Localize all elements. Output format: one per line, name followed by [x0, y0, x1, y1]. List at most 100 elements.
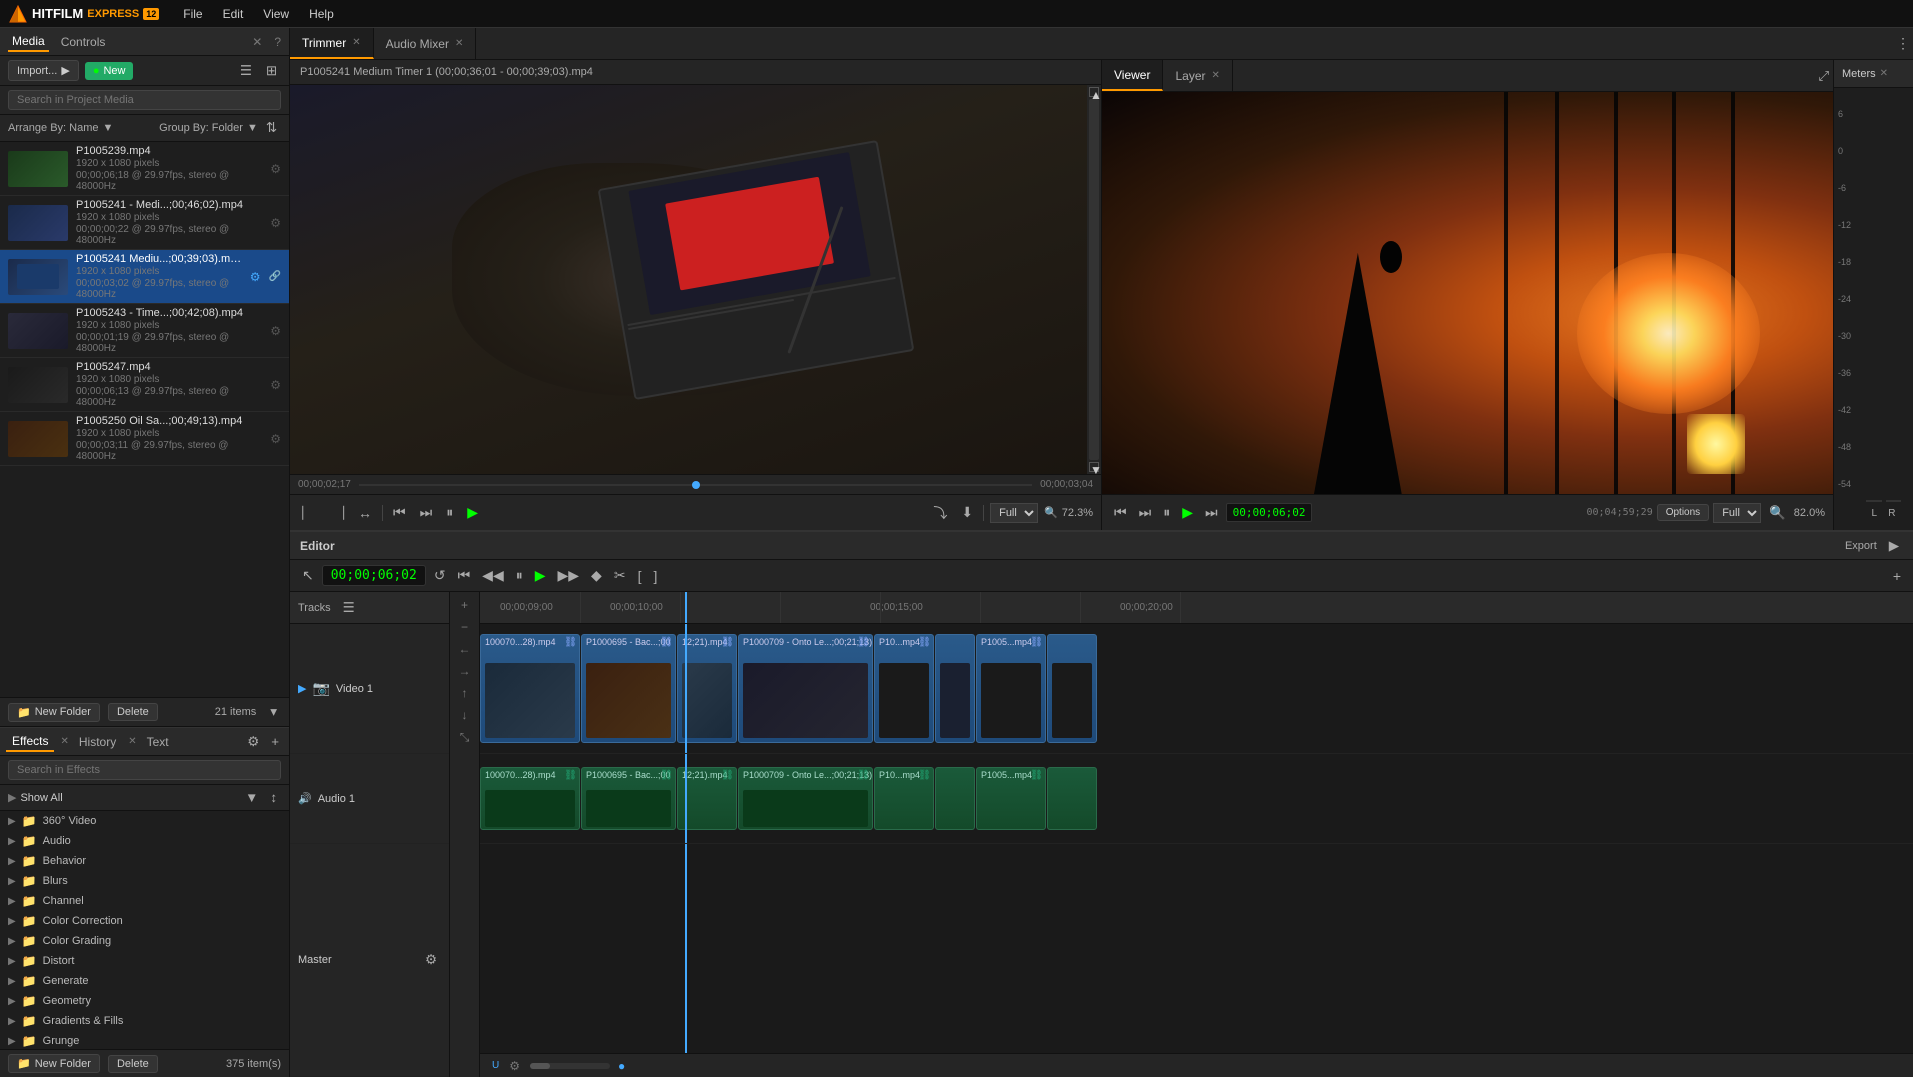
tab-history[interactable]: History: [73, 733, 122, 751]
viewer-quality-select[interactable]: Full: [1713, 503, 1761, 523]
menu-edit[interactable]: Edit: [215, 3, 252, 25]
media-panel-close-icon[interactable]: ✕: [252, 35, 262, 49]
new-button[interactable]: ● New: [85, 62, 134, 80]
timeline-playhead[interactable]: [685, 592, 687, 623]
editor-add-track-icon[interactable]: +: [1889, 566, 1905, 586]
side-add-track-icon[interactable]: +: [459, 596, 470, 614]
show-all-bar[interactable]: ▶ Show All ▼ ↕: [0, 785, 289, 811]
export-arrow-icon[interactable]: ▶: [1885, 536, 1903, 556]
delete-button[interactable]: Delete: [108, 703, 158, 721]
editor-refresh-icon[interactable]: ↺: [430, 565, 450, 586]
search-input[interactable]: [8, 90, 281, 110]
meters-close-icon[interactable]: ✕: [1880, 68, 1888, 79]
effect-category[interactable]: ▶ 📁 Distort: [0, 951, 289, 971]
effect-category[interactable]: ▶ 📁 Behavior: [0, 851, 289, 871]
step-back-button[interactable]: ⏭: [416, 502, 437, 523]
audio-clip[interactable]: P1000709 - Onto Le...;00;21;13).mp4 ⛓: [738, 767, 873, 830]
video-clip[interactable]: 100070...28).mp4 ⛓: [480, 634, 580, 742]
audio-mixer-tab-close-icon[interactable]: ✕: [455, 38, 463, 49]
import-button[interactable]: Import... ▶: [8, 60, 79, 81]
media-settings-icon[interactable]: ⚙: [270, 432, 281, 446]
video-clip[interactable]: [935, 634, 975, 742]
editor-clip-button[interactable]: ✂: [610, 565, 630, 586]
audio-clip[interactable]: P1000695 - Bac...;00 ⛓: [581, 767, 676, 830]
effect-category[interactable]: ▶ 📁 Channel: [0, 891, 289, 911]
pause-button[interactable]: ⏸: [442, 502, 457, 523]
editor-out-button[interactable]: ]: [649, 566, 661, 586]
tab-media[interactable]: Media: [8, 32, 49, 52]
play-to-start-button[interactable]: ⏮: [389, 502, 410, 523]
viewer-to-start-button[interactable]: ⏮: [1110, 502, 1131, 523]
effect-category[interactable]: ▶ 📁 360° Video: [0, 811, 289, 831]
trimmer-playhead[interactable]: [692, 481, 700, 489]
menu-help[interactable]: Help: [301, 3, 342, 25]
effect-category[interactable]: ▶ 📁 Geometry: [0, 991, 289, 1011]
editor-in-button[interactable]: [: [634, 566, 646, 586]
effects-delete-button[interactable]: Delete: [108, 1055, 158, 1073]
play-button[interactable]: ▶: [463, 502, 482, 523]
video-clip[interactable]: P1005...mp4 ⛓: [976, 634, 1046, 742]
audio-clip[interactable]: P10...mp4 ⛓: [874, 767, 934, 830]
media-settings-icon[interactable]: ⚙: [270, 324, 281, 338]
media-help-icon[interactable]: ?: [274, 35, 281, 49]
master-settings-icon[interactable]: ⚙: [421, 950, 441, 970]
media-item[interactable]: P1005243 - Time...;00;42;08).mp4 1920 x …: [0, 304, 289, 358]
effect-category[interactable]: ▶ 📁 Color Grading: [0, 931, 289, 951]
effects-new-folder-button[interactable]: 📁 New Folder: [8, 1054, 100, 1073]
viewer-zoom-icon[interactable]: 🔍: [1765, 503, 1790, 523]
video-clip[interactable]: P1000709 - Onto Le...;00;21;13).mp4 ⛓: [738, 634, 873, 742]
viewer-options-button[interactable]: Options: [1657, 504, 1709, 521]
media-item[interactable]: P1005250 Oil Sa...;00;49;13).mp4 1920 x …: [0, 412, 289, 466]
scroll-down-icon[interactable]: ▼: [1089, 462, 1099, 472]
side-minus-icon[interactable]: −: [459, 618, 470, 636]
editor-step-forward-button[interactable]: ▶▶: [554, 565, 584, 586]
timeline-zoom-slider[interactable]: [530, 1063, 610, 1069]
effects-sort-icon[interactable]: ↕: [266, 788, 281, 807]
tab-effects[interactable]: Effects: [6, 732, 54, 752]
trimmer-tab-close-icon[interactable]: ✕: [352, 37, 360, 48]
list-view-icon[interactable]: ☰: [236, 61, 256, 81]
effects-settings-icon[interactable]: ⚙: [243, 732, 263, 752]
media-item[interactable]: P1005241 - Medi...;00;46;02).mp4 1920 x …: [0, 196, 289, 250]
editor-step-back-button[interactable]: ◀◀: [478, 565, 508, 586]
tab-audio-mixer[interactable]: Audio Mixer ✕: [374, 28, 477, 59]
layer-tab-close-icon[interactable]: ✕: [1212, 70, 1220, 81]
editor-marker-button[interactable]: ◆: [587, 565, 606, 586]
trim-extra-button[interactable]: ↔: [354, 503, 376, 523]
side-down-icon[interactable]: ↓: [460, 706, 470, 724]
media-settings-icon[interactable]: ⚙: [270, 162, 281, 176]
effect-category[interactable]: ▶ 📁 Audio: [0, 831, 289, 851]
export-label[interactable]: Export: [1845, 540, 1877, 552]
audio-clip[interactable]: 100070...28).mp4 ⛓: [480, 767, 580, 830]
timeline-settings-icon[interactable]: ⚙: [507, 1057, 522, 1075]
editor-play-button[interactable]: ▶: [531, 565, 550, 586]
viewer-panel-expand-icon[interactable]: ⤢: [1814, 60, 1833, 91]
menu-view[interactable]: View: [255, 3, 297, 25]
effect-category[interactable]: ▶ 📁 Color Correction: [0, 911, 289, 931]
grid-view-icon[interactable]: ⊞: [262, 61, 281, 81]
tab-viewer[interactable]: Viewer: [1102, 60, 1163, 91]
trim-out-button[interactable]: ⎹: [326, 502, 348, 523]
editor-pause-button[interactable]: ⏸: [512, 565, 527, 586]
effect-category[interactable]: ▶ 📁 Blurs: [0, 871, 289, 891]
viewer-pause-button[interactable]: ⏸: [1159, 502, 1174, 523]
history-tab-close-icon[interactable]: ✕: [128, 736, 136, 747]
tab-text[interactable]: Text: [141, 733, 175, 751]
video-clip[interactable]: P1000695 - Bac...;00 ⛓: [581, 634, 676, 742]
quality-select[interactable]: Full: [990, 503, 1038, 523]
audio-clip[interactable]: [935, 767, 975, 830]
audio-clip[interactable]: [1047, 767, 1097, 830]
media-settings-icon[interactable]: ⚙: [270, 378, 281, 392]
media-item[interactable]: P1005239.mp4 1920 x 1080 pixels 00;00;06…: [0, 142, 289, 196]
viewer-play-button[interactable]: ▶: [1178, 502, 1197, 523]
editor-tool-cursor[interactable]: ↖: [298, 565, 318, 586]
effects-tab-close-icon[interactable]: ✕: [60, 736, 68, 747]
effects-search-input[interactable]: [8, 760, 281, 780]
effects-add-icon[interactable]: +: [267, 732, 283, 751]
tab-controls[interactable]: Controls: [57, 33, 110, 51]
editor-to-start-button[interactable]: ⏮: [454, 565, 475, 586]
video-clip[interactable]: [1047, 634, 1097, 742]
media-item[interactable]: P1005241 Mediu...;00;39;03).mp4 1920 x 1…: [0, 250, 289, 304]
side-link-icon[interactable]: ⤡: [458, 728, 472, 747]
media-item[interactable]: P1005247.mp4 1920 x 1080 pixels 00;00;06…: [0, 358, 289, 412]
